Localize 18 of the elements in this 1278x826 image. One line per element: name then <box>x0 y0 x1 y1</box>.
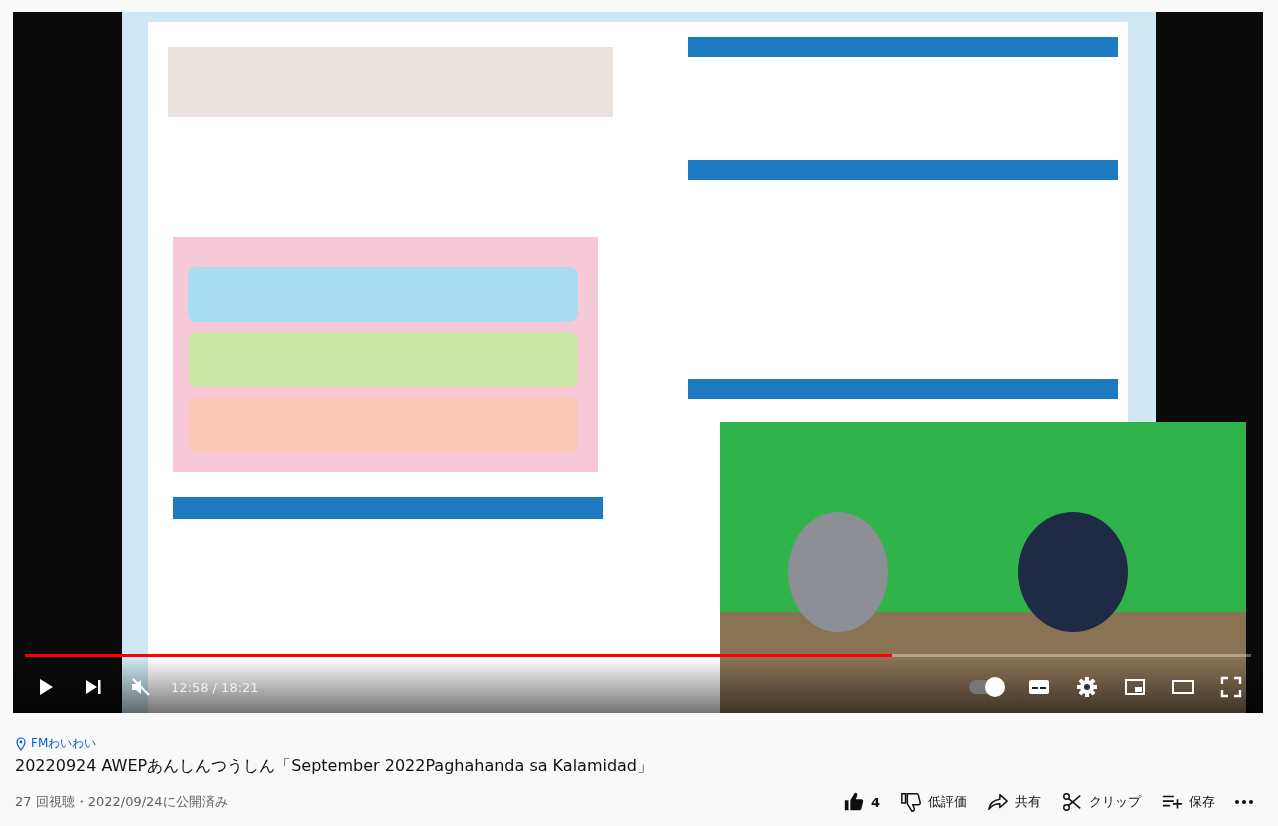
dislike-button[interactable]: 低評価 <box>892 787 975 817</box>
like-button[interactable]: 4 <box>834 787 888 817</box>
autoplay-toggle[interactable] <box>969 680 1003 694</box>
settings-icon[interactable] <box>1075 675 1099 699</box>
share-icon <box>987 791 1009 813</box>
view-count: 27 回視聴・2022/09/24に公開済み <box>15 793 229 811</box>
time-display: 12:58 / 18:21 <box>171 679 259 695</box>
fullscreen-icon[interactable] <box>1219 675 1243 699</box>
location-icon <box>15 736 27 751</box>
thumbs-up-icon <box>842 791 865 813</box>
video-title: 20220924 AWEPあんしんつうしん「September 2022Paghahanda sa Kalamidad」 <box>15 756 655 777</box>
clip-button[interactable]: クリップ <box>1053 787 1149 817</box>
thumbs-down-icon <box>900 791 922 813</box>
scissors-icon <box>1061 791 1083 813</box>
save-button[interactable]: 保存 <box>1153 787 1223 817</box>
more-icon <box>1235 800 1253 804</box>
share-button[interactable]: 共有 <box>979 787 1049 817</box>
location-link[interactable]: FMわいわい <box>31 735 97 752</box>
